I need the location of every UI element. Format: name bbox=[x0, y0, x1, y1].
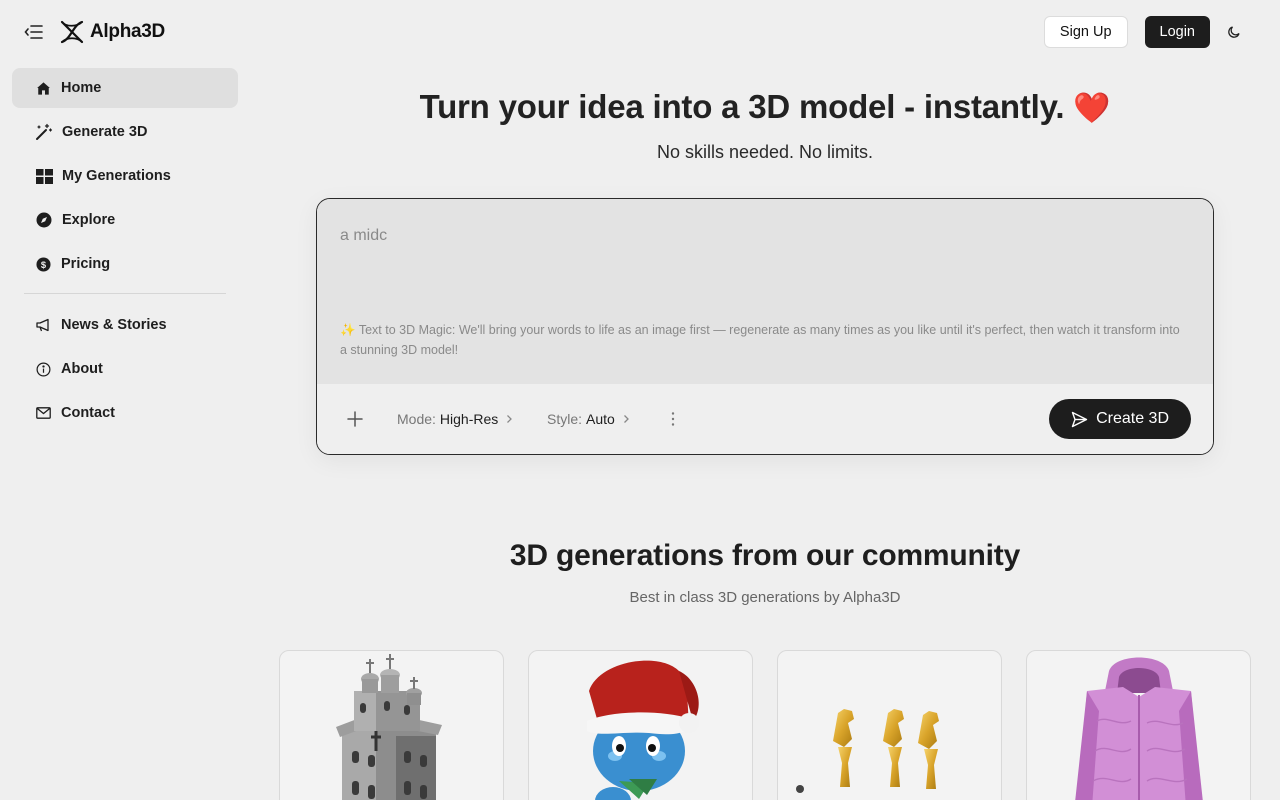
style-selector[interactable]: Style: Auto bbox=[547, 409, 630, 429]
sidebar: Home Generate 3D My Generations Explore … bbox=[12, 68, 238, 437]
sidebar-divider bbox=[24, 293, 226, 294]
sidebar-item-label: My Generations bbox=[62, 168, 171, 184]
top-left-brand-area: Alpha3D bbox=[24, 18, 165, 46]
mode-value: High-Res bbox=[439, 411, 499, 427]
sidebar-item-label: About bbox=[61, 361, 103, 377]
pink-puffer-jacket-model-image bbox=[1075, 657, 1203, 800]
style-value: Auto bbox=[586, 411, 615, 427]
more-options-icon[interactable] bbox=[667, 409, 679, 429]
page-title: Turn your idea into a 3D model - instant… bbox=[316, 88, 1214, 126]
sidebar-item-label: Pricing bbox=[61, 256, 111, 272]
brand-link[interactable]: Alpha3D bbox=[59, 19, 165, 45]
prompt-text-area: ✨ Text to 3D Magic: We'll bring your wor… bbox=[317, 199, 1213, 384]
sidebar-item-generate-3d[interactable]: Generate 3D bbox=[12, 112, 238, 152]
sidebar-item-label: Explore bbox=[62, 212, 116, 228]
hero-title-text: Turn your idea into a 3D model - instant… bbox=[419, 88, 1065, 125]
grid-icon bbox=[35, 168, 53, 184]
add-attachment-icon[interactable] bbox=[345, 409, 365, 429]
home-icon bbox=[35, 80, 51, 96]
sidebar-item-label: Generate 3D bbox=[62, 124, 148, 140]
mail-icon bbox=[35, 405, 51, 421]
sidebar-item-label: News & Stories bbox=[61, 317, 167, 333]
sign-up-button[interactable]: Sign Up bbox=[1043, 16, 1128, 48]
sidebar-item-label: Contact bbox=[61, 405, 115, 421]
prompt-toolbar: Mode: High-Res Style: Auto Create 3D bbox=[317, 384, 1213, 454]
heart-icon: ❤️ bbox=[1073, 92, 1111, 125]
sidebar-item-my-generations[interactable]: My Generations bbox=[12, 156, 238, 196]
community-card-cat-santa[interactable] bbox=[528, 650, 753, 800]
brand-name: Alpha3D bbox=[90, 21, 165, 42]
sparkle-icon: ✨ bbox=[340, 323, 356, 337]
community-title: 3D generations from our community bbox=[509, 539, 1021, 572]
golden-horse-trophies-model-image bbox=[796, 709, 939, 793]
sidebar-item-label: Home bbox=[61, 80, 102, 96]
church-tower-model-image bbox=[336, 654, 442, 800]
megaphone-icon bbox=[35, 317, 51, 333]
chevron-right-icon bbox=[623, 415, 629, 423]
dollar-icon: $ bbox=[35, 256, 51, 272]
svg-text:$: $ bbox=[40, 259, 46, 269]
community-card-horse-trophies[interactable] bbox=[777, 650, 1002, 800]
moon-icon[interactable] bbox=[1224, 22, 1244, 42]
create-3d-label: Create 3D bbox=[1096, 410, 1169, 427]
compass-icon bbox=[35, 212, 53, 228]
prompt-hint-text: Text to 3D Magic: We'll bring your words… bbox=[340, 323, 1180, 357]
sidebar-item-contact[interactable]: Contact bbox=[12, 393, 238, 433]
create-3d-button[interactable]: Create 3D bbox=[1049, 399, 1191, 439]
magic-wand-icon bbox=[35, 123, 53, 140]
send-icon bbox=[1071, 411, 1088, 427]
prompt-panel: ✨ Text to 3D Magic: We'll bring your wor… bbox=[316, 198, 1214, 455]
sidebar-item-news-stories[interactable]: News & Stories bbox=[12, 305, 238, 345]
auth-controls: Sign Up Login bbox=[1043, 16, 1244, 48]
prompt-hint: ✨ Text to 3D Magic: We'll bring your wor… bbox=[340, 320, 1185, 360]
info-icon bbox=[35, 361, 51, 377]
login-button[interactable]: Login bbox=[1144, 16, 1210, 48]
hero-subtitle: No skills needed. No limits. bbox=[656, 142, 874, 162]
sidebar-item-pricing[interactable]: $ Pricing bbox=[12, 244, 238, 284]
mode-label: Mode: bbox=[397, 411, 436, 427]
chevron-right-icon bbox=[507, 415, 513, 423]
community-card-pink-jacket[interactable] bbox=[1026, 650, 1251, 800]
mode-selector[interactable]: Mode: High-Res bbox=[397, 409, 513, 429]
community-card-church-tower[interactable] bbox=[279, 650, 504, 800]
cat-santa-hat-model-image bbox=[587, 660, 699, 800]
sidebar-collapse-icon[interactable] bbox=[24, 22, 44, 42]
style-label: Style: bbox=[547, 411, 583, 427]
sidebar-item-home[interactable]: Home bbox=[12, 68, 238, 108]
alpha3d-logo-icon bbox=[60, 20, 84, 44]
sidebar-item-about[interactable]: About bbox=[12, 349, 238, 389]
sidebar-item-explore[interactable]: Explore bbox=[12, 200, 238, 240]
community-subtitle: Best in class 3D generations by Alpha3D bbox=[629, 589, 901, 606]
prompt-input[interactable] bbox=[340, 223, 1180, 249]
